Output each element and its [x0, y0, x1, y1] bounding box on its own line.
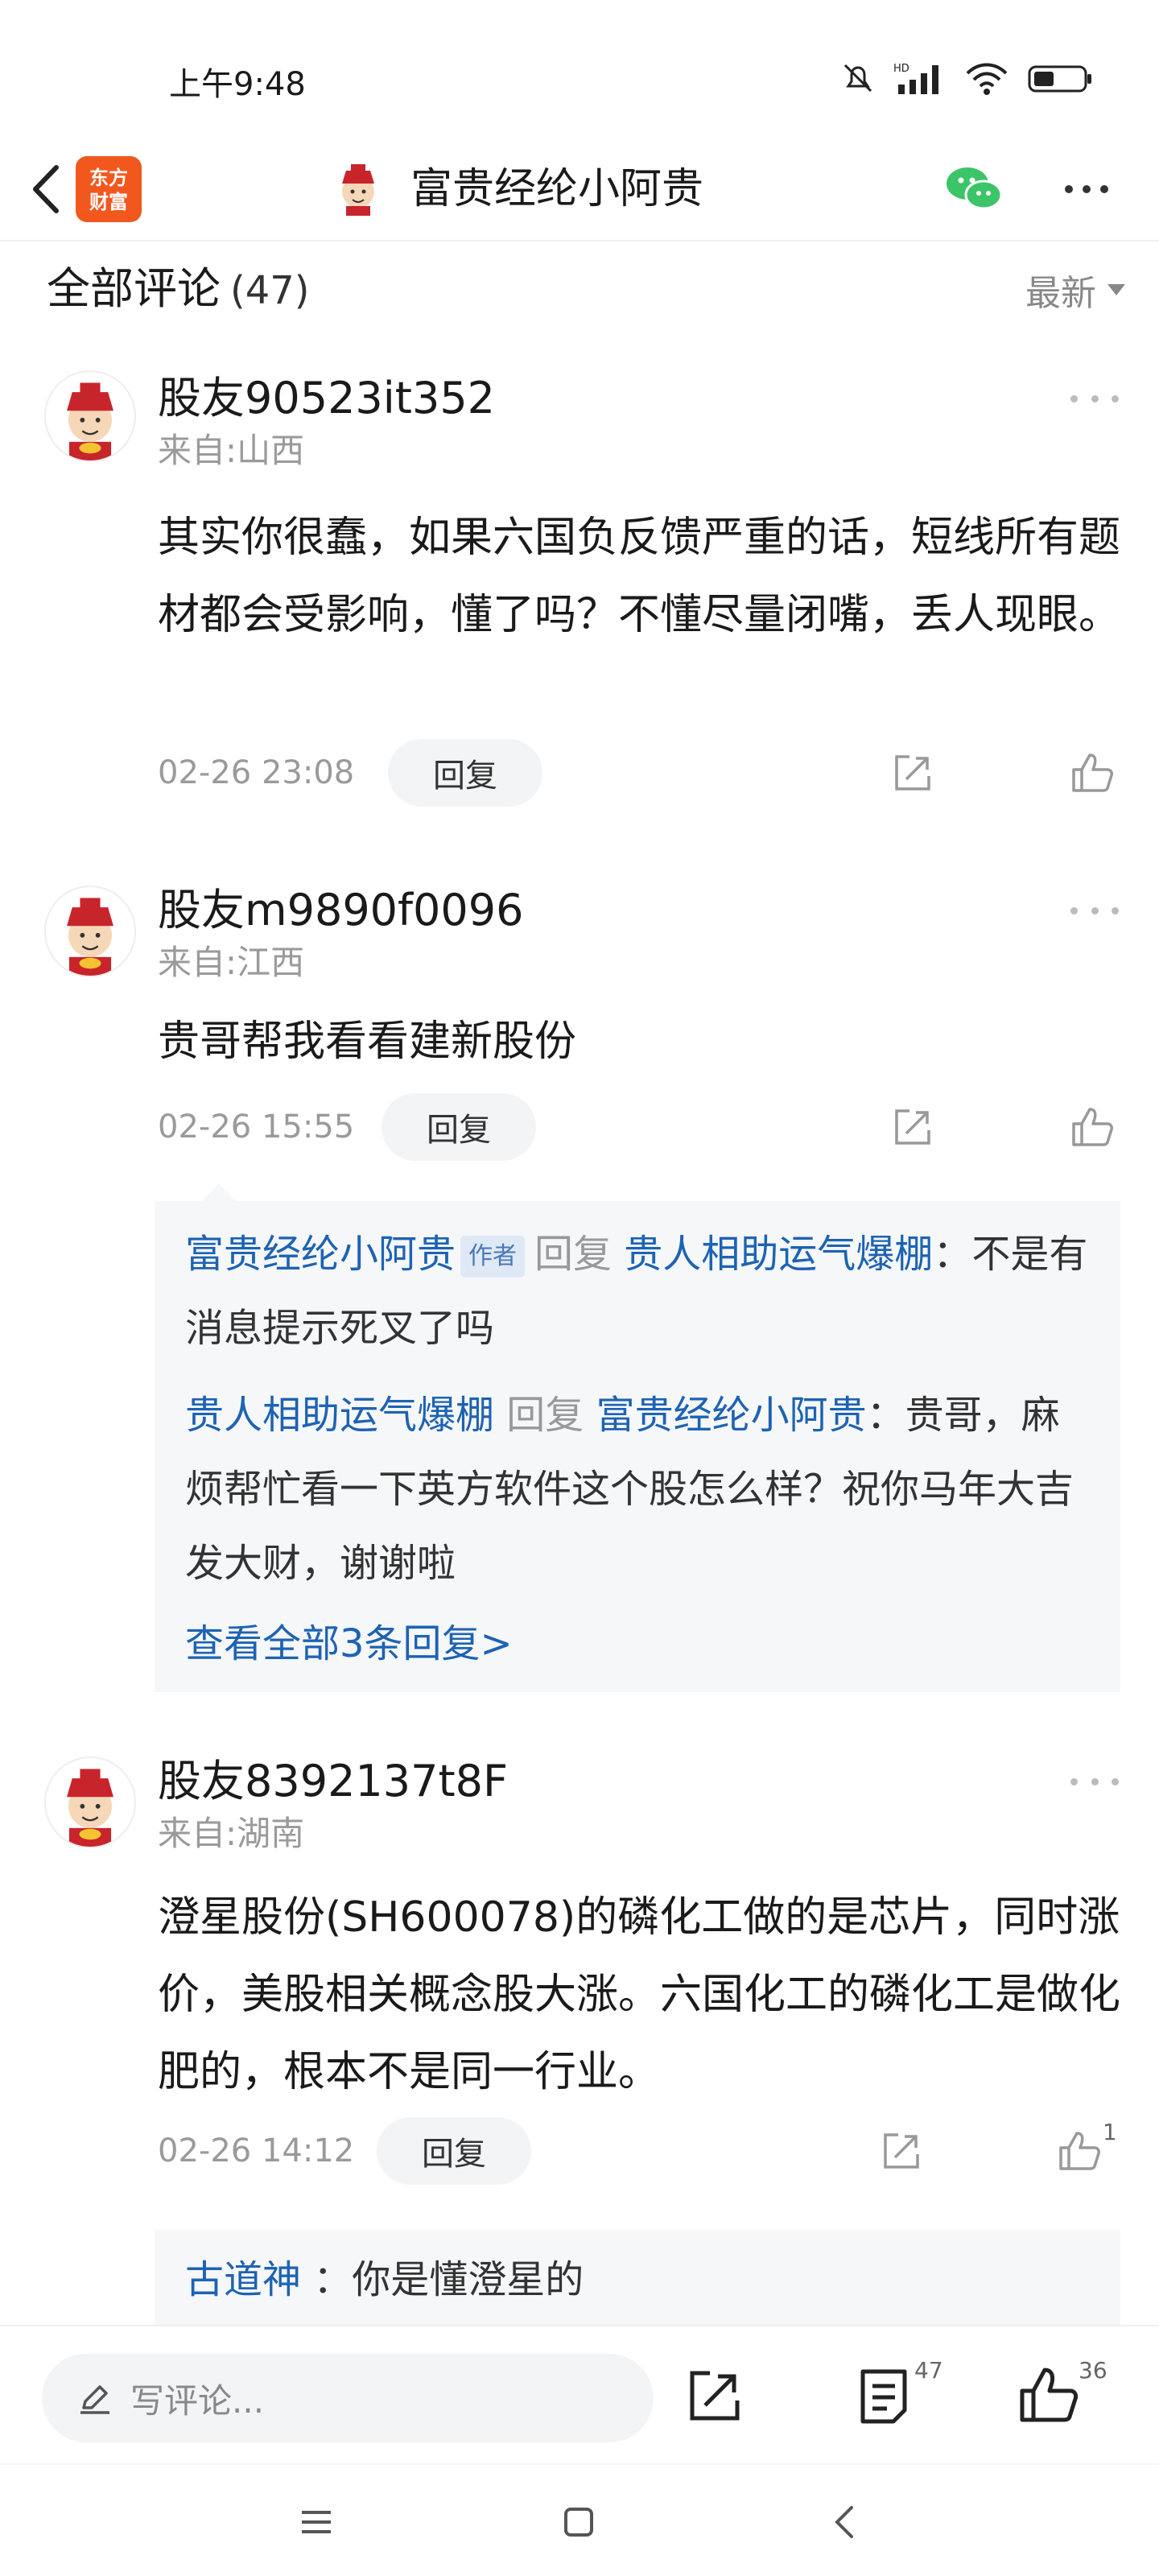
comment-text: 澄星股份(SH600078)的磷化工做的是芯片，同时涨价，美股相关概念股大涨。六…: [158, 1893, 1121, 2096]
reply-to-user[interactable]: 富贵经纶小阿贵: [596, 1393, 867, 1438]
logo-text-line2: 财富: [89, 191, 128, 213]
thumbs-up-icon[interactable]: [1067, 1103, 1116, 1151]
wifi-icon: [966, 63, 1008, 95]
status-time: 上午9:48: [169, 66, 306, 103]
app-logo[interactable]: 东方 财富: [76, 156, 142, 222]
reply-box: 古道神 ：你是懂澄星的: [155, 2230, 1120, 2334]
dropdown-triangle-icon: [1107, 284, 1125, 295]
comment-count: 47: [914, 2357, 943, 2384]
comment-time: 02-26 14:12: [158, 2132, 355, 2169]
reply-from-user[interactable]: 富贵经纶小阿贵: [185, 1232, 456, 1277]
sort-label: 最新: [1025, 273, 1096, 314]
menu-button[interactable]: [288, 2494, 344, 2550]
system-back-button[interactable]: [816, 2494, 872, 2550]
thumbs-up-icon[interactable]: [1016, 2363, 1080, 2428]
menu-icon: [302, 2511, 331, 2533]
reply-box: 富贵经纶小阿贵 作者 回复 贵人相助运气爆棚：不是有消息提示死叉了吗 贵人相助运气爆…: [155, 1201, 1120, 1692]
comments-count: (47): [230, 268, 310, 313]
share-icon[interactable]: [889, 1103, 937, 1151]
sort-dropdown[interactable]: 最新: [1025, 264, 1125, 316]
comments-header: 全部评论 (47) 最新: [0, 242, 1159, 346]
reply-button[interactable]: 回复: [377, 2117, 531, 2185]
user-avatar[interactable]: [44, 886, 136, 977]
more-icon: [1065, 185, 1073, 193]
back-chevron-icon: [835, 2506, 853, 2538]
thumbs-up-icon[interactable]: [1067, 749, 1116, 797]
view-all-replies-link[interactable]: 查看全部3条回复>: [185, 1612, 513, 1676]
status-icons: HD: [840, 58, 1095, 98]
share-icon[interactable]: [683, 2363, 747, 2428]
comments-title: 全部评论 (47): [47, 261, 310, 319]
comments-title-label: 全部评论: [47, 263, 221, 314]
logo-text-line1: 东方: [89, 167, 128, 189]
comment-more-button[interactable]: [1070, 898, 1119, 923]
reply-verb: 回复: [534, 1232, 612, 1277]
share-icon[interactable]: [889, 749, 937, 797]
comment-more-button[interactable]: [1070, 1769, 1119, 1794]
comment-item: 股友m9890f0096 来自:江西 贵哥帮我看看建新股份 02-26 15:5…: [0, 853, 1159, 1707]
comment-location: 来自:江西: [158, 943, 305, 982]
hd-label: HD: [893, 63, 909, 75]
user-avatar[interactable]: [44, 370, 136, 462]
pencil-icon: [80, 2385, 109, 2414]
reply-button[interactable]: 回复: [388, 739, 542, 807]
user-avatar[interactable]: [44, 1757, 136, 1848]
comment-item: 股友90523it352 来自:山西 其实你很蠢，如果六国负反馈严重的话，短线所…: [0, 346, 1159, 845]
bottom-action-bar: 写评论... 47 36: [0, 2325, 1159, 2454]
comment-text: 其实你很蠢，如果六国负反馈严重的话，短线所有题材都会受影响，懂了吗？不懂尽量闭嘴…: [158, 514, 1121, 639]
reply-to-user[interactable]: 贵人相助运气爆棚: [624, 1232, 933, 1277]
more-options-button[interactable]: [1054, 161, 1119, 217]
reply-from-user[interactable]: 古道神: [185, 2257, 301, 2302]
like-count: 1: [1103, 2119, 1117, 2145]
author-avatar-icon[interactable]: [330, 159, 386, 216]
signal-icon: HD: [893, 63, 938, 94]
write-comment-placeholder: 写评论...: [130, 2380, 265, 2421]
thumbs-up-icon[interactable]: [1054, 2127, 1103, 2175]
reply-from-user[interactable]: 贵人相助运气爆棚: [185, 1393, 494, 1438]
wechat-icon[interactable]: [942, 161, 1006, 217]
battery-icon: [1028, 65, 1091, 93]
reply-text: ：你是懂澄星的: [313, 2257, 584, 2302]
comment-location: 来自:山西: [158, 431, 305, 470]
top-nav-bar: 东方 财富 富贵经纶小阿贵: [0, 137, 1159, 242]
like-count: 36: [1079, 2357, 1107, 2384]
mute-bell-icon: [843, 64, 872, 93]
back-arrow-icon: [33, 165, 59, 213]
status-bar: 上午9:48 HD: [0, 0, 1159, 137]
comment-location: 来自:湖南: [158, 1814, 305, 1853]
write-comment-input[interactable]: 写评论...: [42, 2354, 654, 2442]
comment-list-icon[interactable]: [852, 2363, 916, 2428]
reply-verb: 回复: [506, 1393, 584, 1438]
comment-more-button[interactable]: [1070, 386, 1119, 411]
system-navigation-bar: [0, 2463, 1159, 2576]
reply-button[interactable]: 回复: [382, 1093, 536, 1161]
author-badge: 作者: [460, 1236, 526, 1278]
comment-username[interactable]: 股友8392137t8F: [158, 1753, 508, 1810]
comment-time: 02-26 15:55: [158, 1108, 355, 1146]
home-square-icon: [564, 2508, 593, 2537]
comment-item: 股友8392137t8F 来自:湖南 澄星股份(SH600078)的磷化工做的是…: [0, 1723, 1159, 2334]
page-title: 富贵经纶小阿贵: [410, 165, 704, 213]
reply-box-pointer: [201, 1183, 237, 1201]
comment-username[interactable]: 股友m9890f0096: [158, 882, 523, 939]
comment-time: 02-26 23:08: [158, 754, 355, 791]
comment-text: 贵哥帮我看看建新股份: [158, 1018, 577, 1066]
reply-item[interactable]: 古道神 ：你是懂澄星的: [185, 2243, 1095, 2317]
back-button[interactable]: [18, 137, 74, 242]
comment-username[interactable]: 股友90523it352: [158, 370, 495, 427]
share-icon[interactable]: [877, 2127, 926, 2175]
reply-item[interactable]: 贵人相助运气爆棚 回复 富贵经纶小阿贵：贵哥，麻烦帮忙看一下英方软件这个股怎么样…: [185, 1378, 1095, 1600]
home-button[interactable]: [551, 2494, 607, 2550]
reply-item[interactable]: 富贵经纶小阿贵 作者 回复 贵人相助运气爆棚：不是有消息提示死叉了吗: [185, 1217, 1095, 1365]
